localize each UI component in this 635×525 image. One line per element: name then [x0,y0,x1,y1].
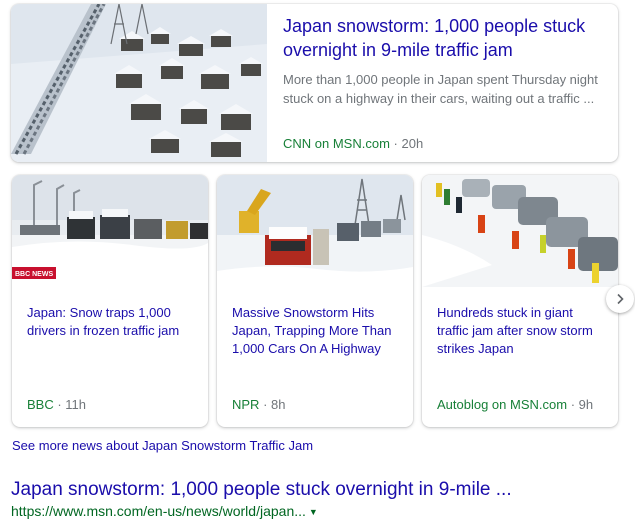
top-story-title[interactable]: Japan snowstorm: 1,000 people stuck over… [283,14,603,62]
story-title-bbc[interactable]: Japan: Snow traps 1,000 drivers in froze… [27,304,197,340]
separator-dot: · [389,136,402,151]
story-card-npr[interactable]: Massive Snowstorm Hits Japan, Trapping M… [217,175,413,427]
carousel-next-button[interactable] [606,285,634,313]
search-result-url-line: https://www.msn.com/en-us/news/world/jap… [11,503,318,519]
top-story-source-line: CNN on MSN.com · 20h [283,135,423,153]
story-card-bbc[interactable]: BBC NEWS Japan: Snow traps 1,000 drivers… [12,175,208,427]
story-source-line-autoblog: Autoblog on MSN.com · 9h [437,396,593,414]
story-source-npr: NPR [232,397,260,412]
story-age-bbc: 11h [65,397,87,412]
separator-dot: · [53,397,66,412]
story-source-autoblog: Autoblog on MSN.com [437,397,568,412]
top-story-snippet: More than 1,000 people in Japan spent Th… [283,72,598,106]
story-age-autoblog: 9h [578,397,594,412]
search-result-title[interactable]: Japan snowstorm: 1,000 people stuck over… [11,478,512,502]
bbc-news-badge-text: BBC NEWS [15,271,53,278]
top-story-card[interactable]: Japan snowstorm: 1,000 people stuck over… [11,4,618,162]
top-story-image[interactable] [11,4,267,162]
caret-down-icon[interactable]: ▼ [309,507,318,517]
story-source-line-bbc: BBC · 11h [27,396,86,414]
story-image-npr[interactable] [217,175,413,287]
story-card-autoblog[interactable]: Hundreds stuck in giant traffic jam afte… [422,175,618,427]
story-title-npr[interactable]: Massive Snowstorm Hits Japan, Trapping M… [232,304,402,358]
story-title-autoblog[interactable]: Hundreds stuck in giant traffic jam afte… [437,304,607,358]
story-age-npr: 8h [271,397,286,412]
separator-dot: · [259,397,272,412]
story-source-bbc: BBC [27,397,54,412]
story-source-line-npr: NPR · 8h [232,396,285,414]
search-result-url[interactable]: https://www.msn.com/en-us/news/world/jap… [11,503,306,519]
top-story-age: 20h [401,136,424,151]
separator-dot: · [567,397,579,412]
story-image-bbc[interactable]: BBC NEWS [12,175,208,287]
story-image-autoblog[interactable] [422,175,618,287]
top-story-source: CNN on MSN.com [283,136,390,151]
chevron-right-icon [617,293,624,305]
see-more-news-link[interactable]: See more news about Japan Snowstorm Traf… [12,438,313,453]
